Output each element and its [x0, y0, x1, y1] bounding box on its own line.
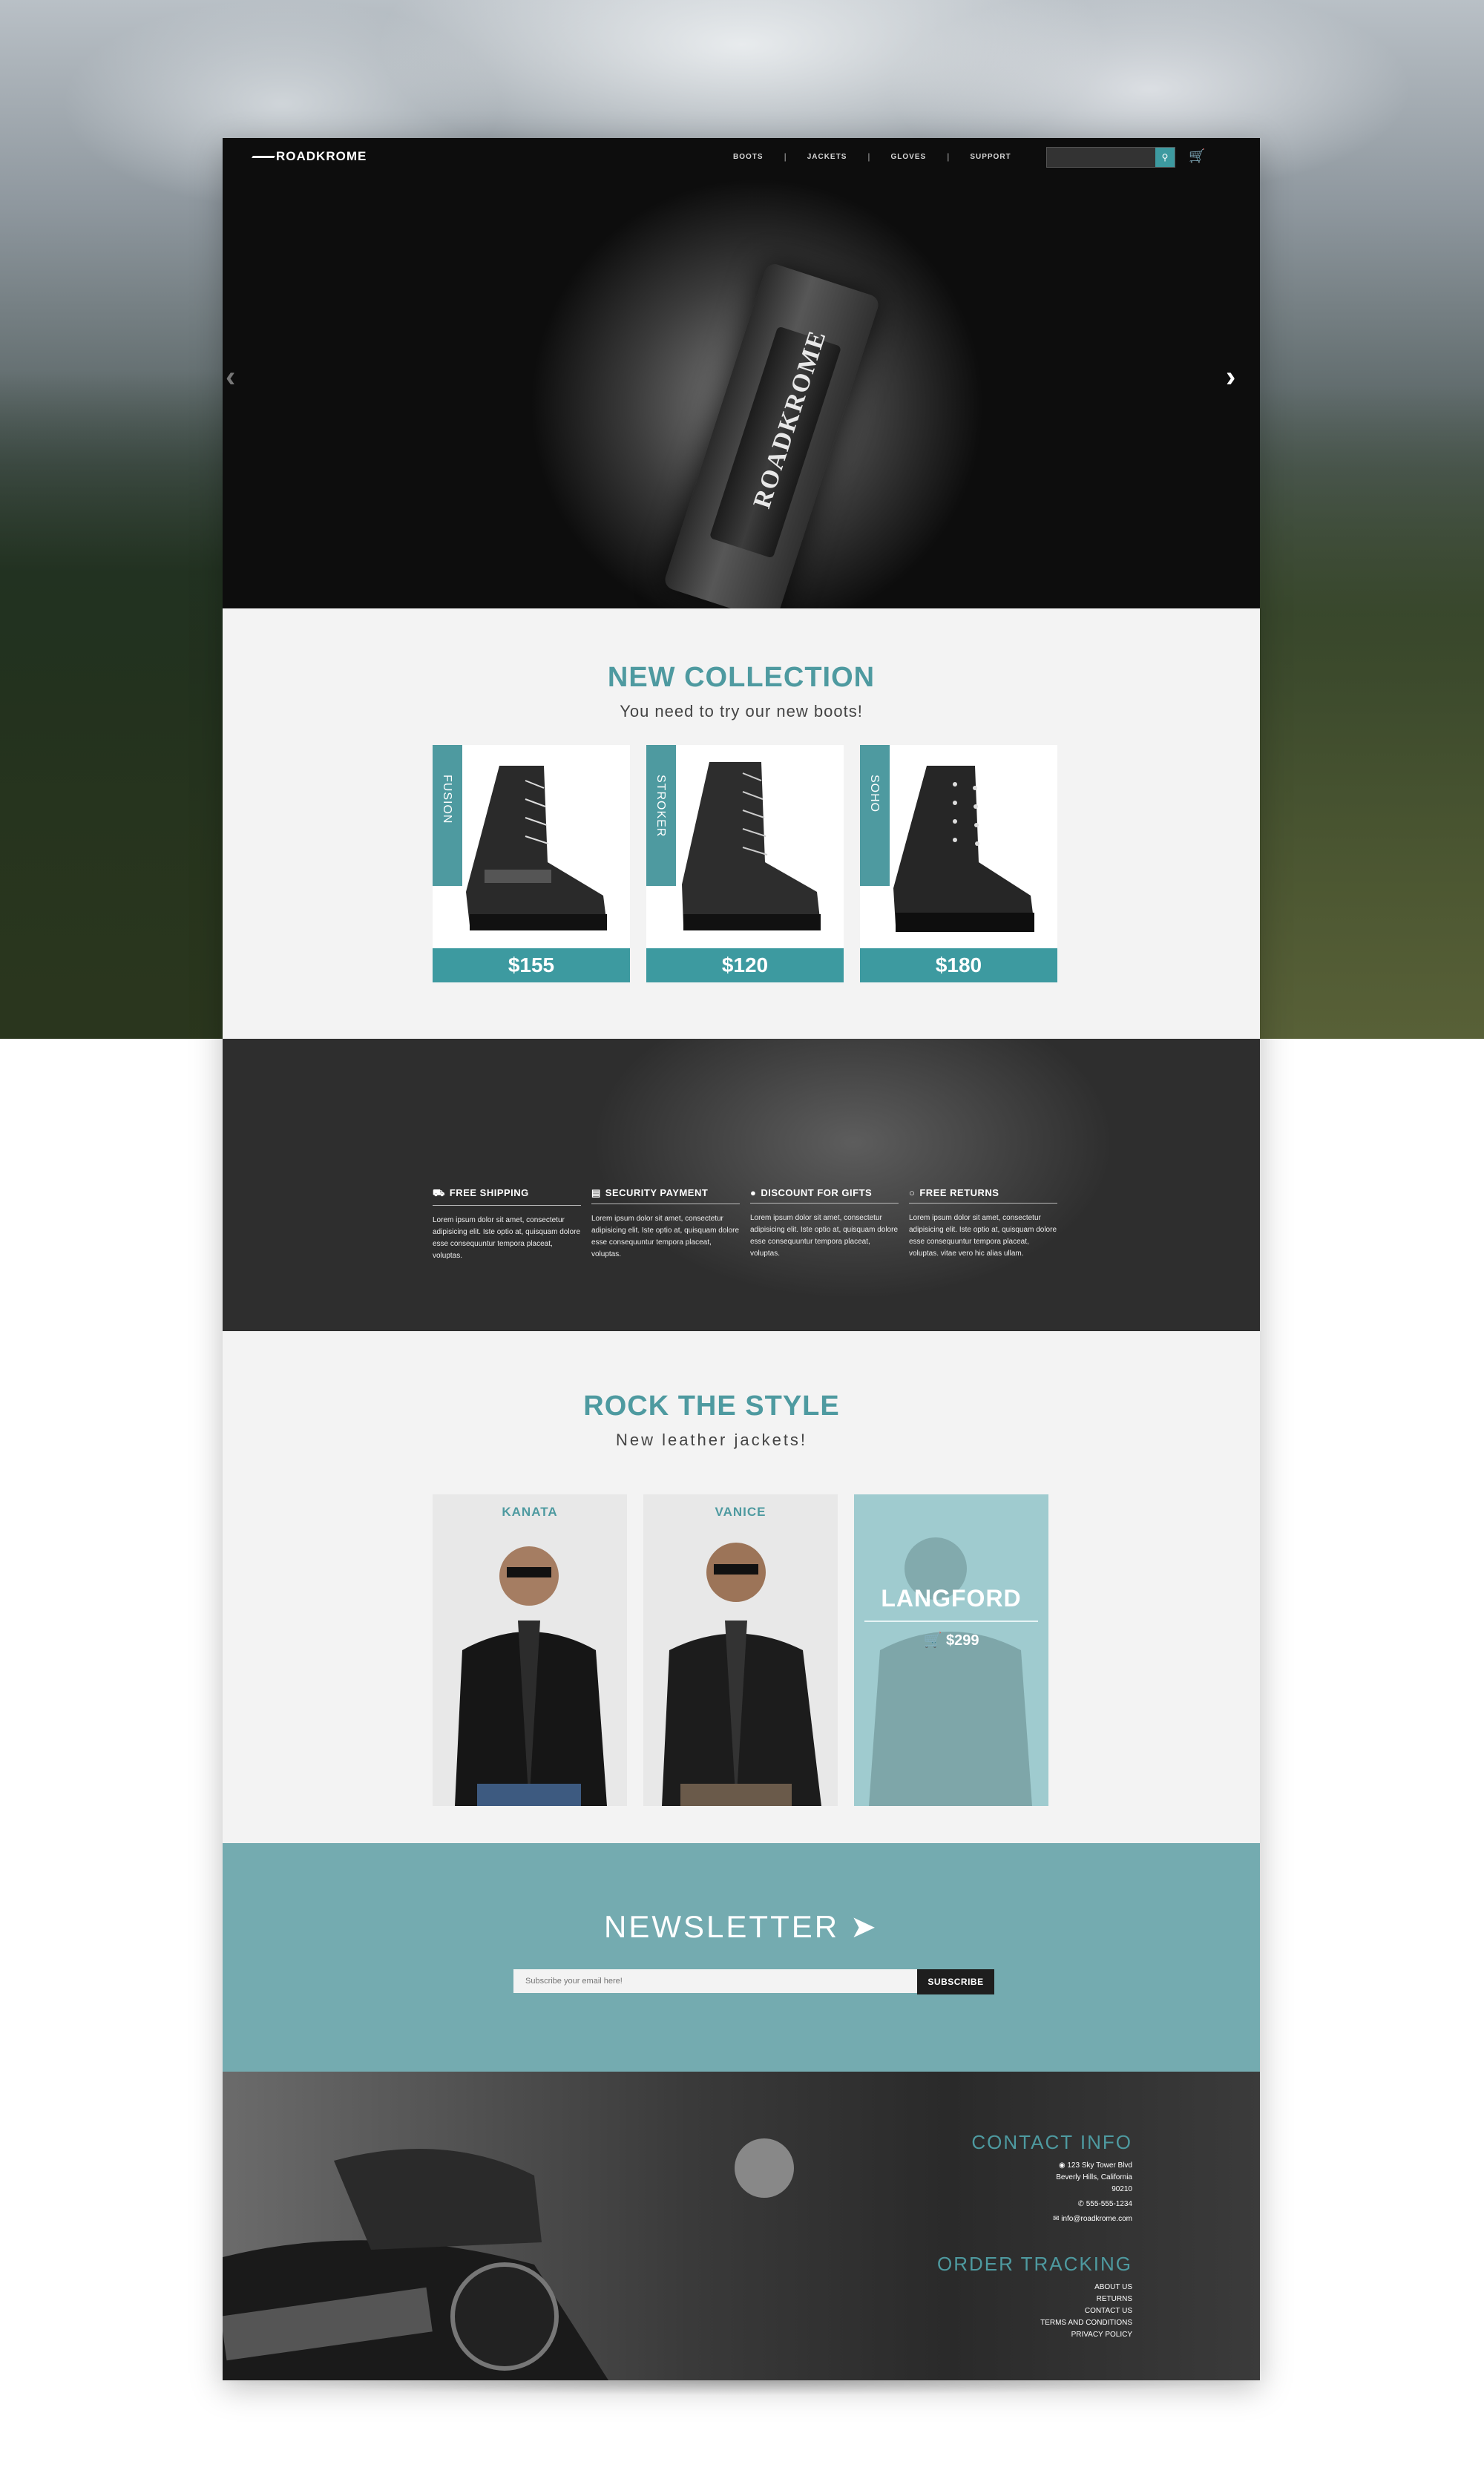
nav-item-boots[interactable]: BOOTS	[712, 153, 784, 161]
page-shadow	[208, 2380, 1276, 2410]
new-collection-title: NEW COLLECTION	[607, 662, 876, 693]
product-price: $120	[646, 948, 844, 982]
phone-number: 555-555-1234	[1086, 2200, 1132, 2208]
rock-subtitle: New leather jackets!	[615, 1431, 808, 1449]
address-line: 123 Sky Tower Blvd	[1067, 2161, 1132, 2170]
motorcycle-icon: ○	[909, 1187, 916, 1198]
footer-link[interactable]: PRIVACY POLICY	[937, 2329, 1132, 2341]
trees-right	[1247, 386, 1484, 1039]
boot-grid: FUSION $155 STROKER $120 SOHO $180	[433, 745, 1057, 982]
chevron-left-icon[interactable]: ‹	[226, 361, 235, 394]
feature-title: DISCOUNT FOR GIFTS	[761, 1187, 873, 1198]
phone-icon: ✆	[1077, 2200, 1086, 2208]
feature-text: Lorem ipsum dolor sit amet, consectetur …	[433, 1216, 581, 1260]
feature-text: Lorem ipsum dolor sit amet, consectetur …	[750, 1214, 899, 1258]
jacket-model-image	[662, 1543, 821, 1806]
newsletter-section: NEWSLETTER ➤ SUBSCRIBE	[223, 1843, 1260, 2072]
site-container: ROADKROME ‹ › ROADKROME BOOTS | JACKETS …	[223, 138, 1260, 2380]
product-card[interactable]: SOHO $180	[860, 745, 1057, 982]
nav-item-support[interactable]: SUPPORT	[949, 153, 1031, 161]
jacket-grid: KANATA VANICE LANGFORD 🛒 $299	[433, 1494, 1048, 1806]
hero-slider: ROADKROME ‹ ›	[223, 138, 1260, 608]
footer-link[interactable]: RETURNS	[937, 2294, 1132, 2305]
product-price: $180	[860, 948, 1057, 982]
truck-icon: ⛟	[433, 1187, 445, 1198]
search-input[interactable]	[1047, 148, 1160, 165]
boot-image	[893, 766, 1034, 932]
search-box: ⚲	[1046, 147, 1175, 168]
rock-title: ROCK THE STYLE	[583, 1390, 840, 1422]
contact-title: CONTACT INFO	[971, 2131, 1132, 2153]
top-nav: ROADKROME BOOTS | JACKETS | GLOVES | SUP…	[223, 138, 1260, 177]
feature-title: FREE RETURNS	[919, 1187, 999, 1198]
footer-link[interactable]: ABOUT US	[937, 2282, 1132, 2294]
product-price: $155	[433, 948, 630, 982]
tracking-title: ORDER TRACKING	[937, 2253, 1132, 2275]
boot-image	[466, 766, 607, 930]
paper-plane-icon: ➤	[850, 1909, 879, 1944]
jacket-card[interactable]: KANATA	[433, 1494, 627, 1806]
jacket-model-image	[869, 1537, 1032, 1806]
product-name: SOHO	[868, 775, 881, 813]
card-icon: ▤	[591, 1187, 601, 1198]
email-address[interactable]: info@roadkrome.com	[1061, 2215, 1132, 2223]
jacket-name: KANATA	[502, 1505, 558, 1519]
cart-icon: 🛒	[923, 1632, 946, 1649]
newsletter-form: SUBSCRIBE	[513, 1969, 994, 1994]
jacket-name: LANGFORD	[881, 1585, 1022, 1612]
jacket-name: VANICE	[715, 1505, 766, 1519]
address-line: 90210	[1112, 2185, 1132, 2193]
gift-icon: ●	[750, 1187, 757, 1198]
nav-item-jackets[interactable]: JACKETS	[787, 153, 868, 161]
feature-text: Lorem ipsum dolor sit amet, consectetur …	[909, 1214, 1057, 1258]
divider	[864, 1621, 1038, 1622]
jacket-card[interactable]: VANICE	[643, 1494, 838, 1806]
map-pin-icon: ◉	[1058, 2161, 1068, 2170]
email-field[interactable]	[513, 1969, 917, 1993]
chevron-right-icon[interactable]: ›	[1226, 361, 1235, 394]
product-card[interactable]: FUSION $155	[433, 745, 630, 982]
logo-text: ROADKROME	[276, 149, 367, 163]
address-line: Beverly Hills, California	[1056, 2173, 1132, 2181]
feature-item: ○ FREE RETURNS Lorem ipsum dolor sit amet…	[909, 1187, 1057, 1260]
feature-title: FREE SHIPPING	[449, 1187, 529, 1198]
search-icon[interactable]: ⚲	[1155, 148, 1175, 167]
cart-icon[interactable]: 🛒	[1189, 148, 1205, 164]
footer: CONTACT INFO ◉ 123 Sky Tower Blvd Beverl…	[223, 2072, 1260, 2380]
jacket-model-image	[455, 1546, 607, 1806]
newsletter-title: NEWSLETTER ➤	[604, 1909, 879, 1944]
new-collection-subtitle: You need to try our new boots!	[620, 702, 863, 720]
order-tracking: ORDER TRACKING ABOUT US RETURNS CONTACT …	[937, 2253, 1132, 2341]
boot-image	[682, 762, 821, 930]
nav-item-gloves[interactable]: GLOVES	[870, 153, 948, 161]
motorcycle-rider-image	[223, 2138, 794, 2380]
product-card[interactable]: STROKER $120	[646, 745, 844, 982]
features-band: ⛟ FREE SHIPPING Lorem ipsum dolor sit ame…	[223, 1039, 1260, 1331]
subscribe-button[interactable]: SUBSCRIBE	[917, 1969, 994, 1994]
product-name: FUSION	[441, 775, 453, 824]
feature-text: Lorem ipsum dolor sit amet, consectetur …	[591, 1215, 740, 1258]
main-menu: BOOTS | JACKETS | GLOVES | SUPPORT	[712, 151, 1032, 162]
logo-wing-icon	[252, 156, 275, 159]
feature-item: ⛟ FREE SHIPPING Lorem ipsum dolor sit ame…	[433, 1187, 581, 1262]
feature-item: ▤ SECURITY PAYMENT Lorem ipsum dolor sit …	[591, 1187, 740, 1261]
footer-link[interactable]: TERMS AND CONDITIONS	[937, 2317, 1132, 2329]
jacket-card-featured[interactable]: LANGFORD 🛒 $299	[854, 1494, 1048, 1806]
footer-link[interactable]: CONTACT US	[937, 2305, 1132, 2317]
jacket-price: 🛒 $299	[923, 1632, 979, 1649]
mail-icon: ✉	[1053, 2215, 1062, 2223]
logo[interactable]: ROADKROME	[252, 149, 367, 164]
trees-left	[0, 371, 237, 1039]
feature-title: SECURITY PAYMENT	[605, 1187, 709, 1198]
product-name: STROKER	[654, 775, 667, 838]
feature-item: ● DISCOUNT FOR GIFTS Lorem ipsum dolor si…	[750, 1187, 899, 1260]
contact-info: CONTACT INFO ◉ 123 Sky Tower Blvd Beverl…	[971, 2131, 1132, 2225]
